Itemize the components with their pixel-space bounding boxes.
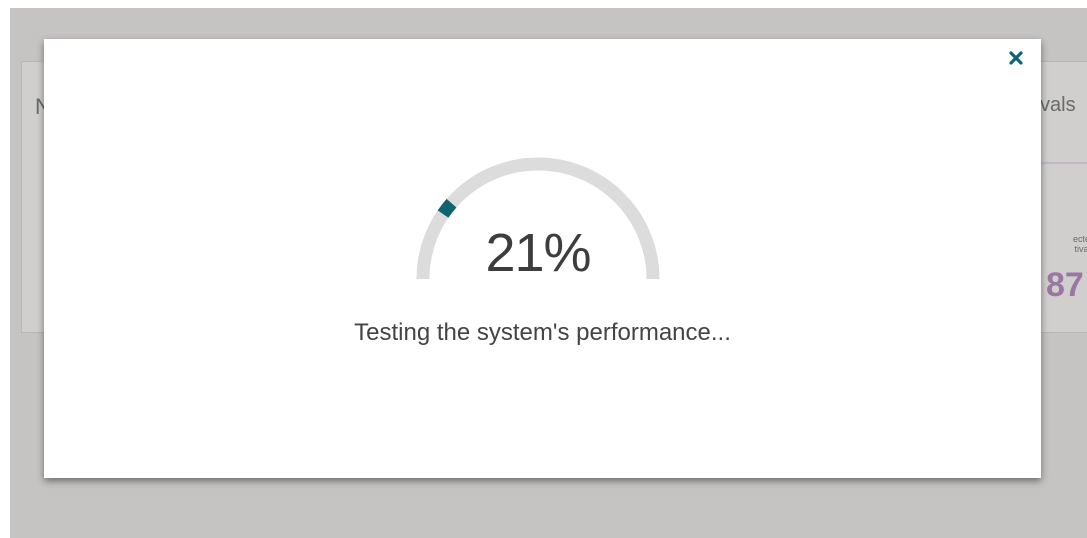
status-message: Testing the system's performance...	[354, 319, 731, 346]
progress-dialog: 21% Testing the system's performance...	[44, 39, 1041, 478]
background-stat-label-line2: tivals	[1074, 244, 1087, 254]
background-panel-heading: vals	[1040, 94, 1076, 116]
background-stat-label-line1: ected	[1072, 234, 1087, 244]
background-stat-label: ected tivals	[1045, 234, 1087, 254]
close-button[interactable]	[1005, 47, 1027, 69]
gauge-progress-arc	[437, 198, 457, 218]
progress-percent: 21%	[485, 223, 591, 283]
background-stat-value: 87	[1046, 266, 1084, 304]
background-divider	[1040, 162, 1087, 164]
close-icon	[1009, 51, 1023, 65]
